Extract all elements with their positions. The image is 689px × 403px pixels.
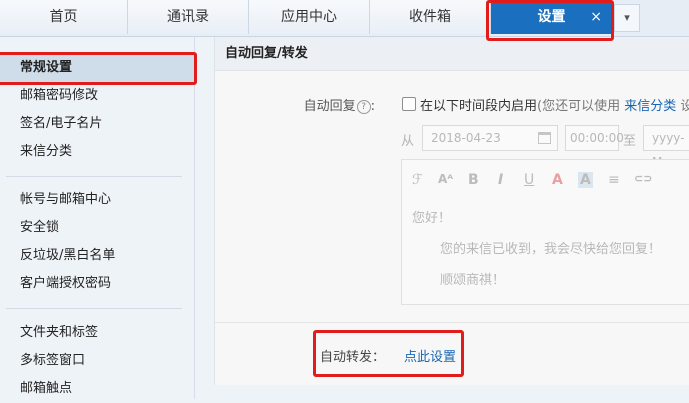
from-label: 从 <box>401 134 415 149</box>
settings-main-panel: 自动回复/转发 自动回复?: 在以下时间段内启用 (您还可以使用 来信分类 设置… <box>214 37 689 385</box>
mail-filter-link[interactable]: 来信分类 <box>624 99 676 114</box>
start-date-value: 2018-04-23 <box>431 131 501 145</box>
italic-icon[interactable]: I <box>498 172 503 188</box>
bold-icon[interactable]: B <box>468 172 479 188</box>
tab-contacts[interactable]: 通讯录 <box>128 0 249 34</box>
auto-forward-settings-link[interactable]: 点此设置 <box>404 346 456 365</box>
calendar-icon[interactable] <box>538 132 551 144</box>
sidebar-item-client-auth[interactable]: 客户端授权密码 <box>0 270 194 298</box>
tab-home[interactable]: 首页 <box>0 0 128 34</box>
sidebar-item-account-center[interactable]: 帐号与邮箱中心 <box>0 186 194 214</box>
font-icon[interactable]: ℱ <box>412 172 423 188</box>
auto-reply-editor[interactable]: ℱ Aᴬ B I U A A ≡ ⊂⊃ 您好！ 您的来信已收到，我会尽快给您回复… <box>401 159 689 305</box>
sidebar-item-folders-tags[interactable]: 文件夹和标签 <box>0 319 194 347</box>
reply-closing: 顺颂商祺！ <box>440 273 506 288</box>
tab-inbox[interactable]: 收件箱 <box>370 0 491 34</box>
auto-reply-label: 自动回复?: <box>303 99 375 114</box>
auto-reply-hint: (您还可以使用 来信分类 设置 <box>537 95 689 114</box>
chevron-down-icon[interactable]: ▾ <box>614 4 640 32</box>
close-icon[interactable]: × <box>590 0 602 34</box>
to-label: 至 <box>623 134 637 149</box>
sidebar-item-password[interactable]: 邮箱密码修改 <box>0 82 194 110</box>
auto-reply-checkbox[interactable] <box>402 97 416 111</box>
sidebar-item-general[interactable]: 常规设置 <box>0 54 194 82</box>
tab-settings[interactable]: 设置 × <box>491 0 612 34</box>
background-color-icon[interactable]: A <box>578 172 593 188</box>
start-date-input[interactable]: 2018-04-23 <box>422 125 558 151</box>
align-icon[interactable]: ≡ <box>608 172 620 188</box>
sidebar-item-multi-tab[interactable]: 多标签窗口 <box>0 347 194 375</box>
start-time-value: 00:00:00 <box>570 131 624 145</box>
auto-reply-hint-prefix: (您还可以使用 <box>537 99 621 114</box>
settings-sidebar: 常规设置 邮箱密码修改 签名/电子名片 来信分类 帐号与邮箱中心 安全锁 反垃圾… <box>0 37 195 399</box>
sidebar-item-spam-lists[interactable]: 反垃圾/黑白名单 <box>0 242 194 270</box>
tab-app-center[interactable]: 应用中心 <box>249 0 370 34</box>
underline-icon[interactable]: U <box>524 172 534 188</box>
auto-forward-label: 自动转发： <box>320 350 386 365</box>
reply-greeting: 您好！ <box>412 211 452 226</box>
font-size-icon[interactable]: Aᴬ <box>438 172 453 186</box>
sidebar-item-security-lock[interactable]: 安全锁 <box>0 214 194 242</box>
auto-reply-hint-suffix: 设置 <box>680 99 689 114</box>
end-date-input[interactable]: yyyy-M <box>643 125 689 169</box>
help-icon[interactable]: ? <box>356 100 371 114</box>
top-tab-bar: 首页 通讯录 应用中心 收件箱 设置 × ▾ <box>0 0 689 37</box>
reply-body: 您的来信已收到，我会尽快给您回复！ <box>440 242 662 257</box>
auto-forward-row: 自动转发： 点此设置 <box>215 322 689 385</box>
section-title: 自动回复/转发 <box>215 37 689 71</box>
tab-settings-label: 设置 <box>537 9 566 25</box>
sidebar-divider <box>6 176 182 177</box>
sidebar-divider <box>6 308 182 309</box>
sidebar-item-mail-filter[interactable]: 来信分类 <box>0 138 194 166</box>
start-time-input[interactable]: 00:00:00 <box>565 125 624 151</box>
sidebar-item-signature[interactable]: 签名/电子名片 <box>0 110 194 138</box>
auto-reply-checkbox-label: 在以下时间段内启用 <box>420 99 538 114</box>
font-color-icon[interactable]: A <box>552 172 563 188</box>
link-icon[interactable]: ⊂⊃ <box>634 172 652 185</box>
auto-reply-label-text: 自动回复 <box>303 99 356 114</box>
